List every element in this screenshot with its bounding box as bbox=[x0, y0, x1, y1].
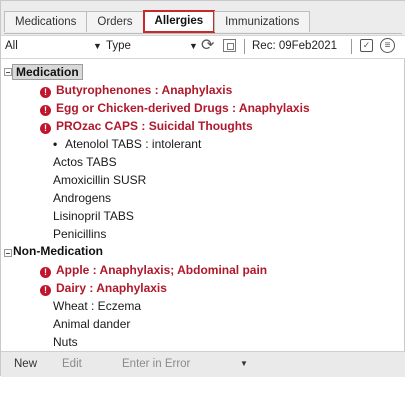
collapse-icon[interactable] bbox=[4, 249, 12, 257]
allergy-row[interactable]: Animal dander bbox=[53, 315, 130, 333]
allergy-text: Lisinopril TABS bbox=[53, 209, 134, 223]
tab-orders[interactable]: Orders bbox=[86, 11, 144, 32]
tab-divider bbox=[4, 33, 402, 34]
refresh-icon[interactable]: ⟳ bbox=[201, 36, 214, 56]
allergy-row[interactable]: Wheat : Eczema bbox=[53, 297, 141, 315]
allergy-text: Butyrophenones : Anaphylaxis bbox=[56, 83, 233, 97]
alert-icon: ! bbox=[40, 267, 51, 278]
edit-button[interactable]: Edit bbox=[62, 358, 82, 370]
alert-icon: ! bbox=[40, 105, 51, 116]
allergy-row[interactable]: • Atenolol TABS : intolerant bbox=[53, 135, 201, 153]
collapse-icon[interactable] bbox=[4, 68, 12, 76]
allergy-text: Dairy : Anaphylaxis bbox=[56, 281, 167, 295]
tab-allergies[interactable]: Allergies bbox=[142, 10, 216, 33]
filter-row: All ▼ Type ▼ ⟳ Rec: 09Feb2021 ✓ ≡ bbox=[1, 35, 405, 59]
allergy-text: Amoxicillin SUSR bbox=[53, 173, 147, 187]
alert-icon: ! bbox=[40, 123, 51, 134]
alert-icon: ! bbox=[40, 285, 51, 296]
allergy-text: Apple : Anaphylaxis; Abdominal pain bbox=[56, 263, 268, 277]
allergy-list: Medication ! Butyrophenones : Anaphylaxis… bbox=[1, 58, 405, 351]
record-date-label: Rec: 09Feb2021 bbox=[252, 40, 338, 52]
bottom-toolbar: New Edit Enter in Error ▼ bbox=[1, 351, 405, 377]
allergy-row[interactable]: Penicillins bbox=[53, 225, 106, 243]
allergy-row[interactable]: ! Apple : Anaphylaxis; Abdominal pain bbox=[40, 261, 267, 279]
group-non-medication[interactable]: Non-Medication bbox=[13, 244, 103, 258]
bullet-icon: • bbox=[53, 137, 58, 151]
allergy-row[interactable]: Nuts bbox=[53, 333, 78, 351]
chevron-down-icon[interactable]: ▼ bbox=[189, 41, 198, 51]
allergy-text: PROzac CAPS : Suicidal Thoughts bbox=[56, 119, 253, 133]
allergy-text: Nuts bbox=[53, 335, 78, 349]
allergy-row[interactable]: Androgens bbox=[53, 189, 111, 207]
allergy-row[interactable]: Actos TABS bbox=[53, 153, 117, 171]
allergy-text: Penicillins bbox=[53, 227, 107, 241]
calendar-check-icon[interactable]: ✓ bbox=[360, 39, 373, 52]
allergy-row[interactable]: ! Dairy : Anaphylaxis bbox=[40, 279, 167, 297]
allergies-panel: Medications Orders Allergies Immunizatio… bbox=[0, 0, 405, 377]
chevron-down-icon[interactable]: ▼ bbox=[93, 41, 102, 51]
enter-in-error-button[interactable]: Enter in Error bbox=[122, 358, 190, 370]
tab-immunizations[interactable]: Immunizations bbox=[214, 11, 311, 32]
separator bbox=[351, 39, 352, 54]
allergy-row[interactable]: Amoxicillin SUSR bbox=[53, 171, 146, 189]
group-medication[interactable]: Medication bbox=[12, 64, 83, 80]
separator bbox=[244, 39, 245, 54]
list-circle-icon[interactable]: ≡ bbox=[380, 38, 395, 53]
allergy-row[interactable]: Lisinopril TABS bbox=[53, 207, 134, 225]
tab-strip: Medications Orders Allergies Immunizatio… bbox=[4, 10, 311, 33]
allergy-text: Wheat : Eczema bbox=[53, 299, 142, 313]
allergy-row[interactable]: ! PROzac CAPS : Suicidal Thoughts bbox=[40, 117, 253, 135]
allergy-text: Actos TABS bbox=[53, 155, 117, 169]
type-select[interactable]: Type bbox=[106, 40, 131, 52]
allergy-text: Animal dander bbox=[53, 317, 131, 331]
allergy-text: Atenolol TABS : intolerant bbox=[65, 137, 202, 151]
new-button[interactable]: New bbox=[14, 358, 37, 370]
scope-select[interactable]: All bbox=[5, 40, 18, 52]
allergy-text: Androgens bbox=[53, 191, 112, 205]
allergy-row[interactable]: ! Butyrophenones : Anaphylaxis bbox=[40, 81, 232, 99]
allergy-text: Egg or Chicken-derived Drugs : Anaphylax… bbox=[56, 101, 310, 115]
tree-view-icon[interactable] bbox=[223, 39, 236, 52]
header-area: Medications Orders Allergies Immunizatio… bbox=[1, 1, 405, 59]
alert-icon: ! bbox=[40, 87, 51, 98]
chevron-down-icon[interactable]: ▼ bbox=[240, 359, 248, 368]
allergy-row[interactable]: ! Egg or Chicken-derived Drugs : Anaphyla… bbox=[40, 99, 310, 117]
tab-medications[interactable]: Medications bbox=[4, 11, 88, 32]
